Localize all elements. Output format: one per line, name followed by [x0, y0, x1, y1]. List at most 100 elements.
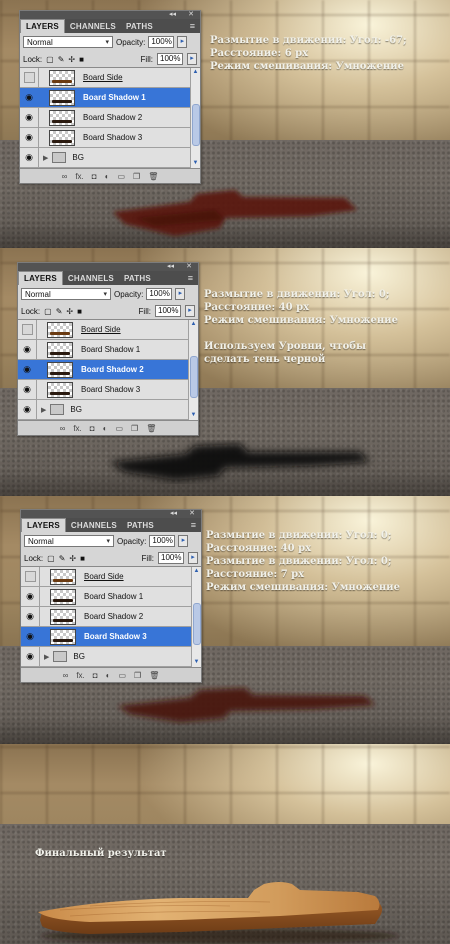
scroll-thumb[interactable]	[193, 603, 201, 645]
mask-icon[interactable]: ◘	[90, 424, 95, 433]
lock-paint-icon[interactable]: ✎	[59, 554, 66, 563]
opacity-arrow-icon[interactable]: ▸	[178, 535, 189, 547]
lock-move-icon[interactable]: ✢	[66, 307, 73, 316]
blend-mode-select[interactable]: Normal ▾	[23, 36, 113, 48]
scroll-up-icon[interactable]: ▲	[189, 320, 198, 329]
tab-channels[interactable]: CHANNELS	[63, 272, 119, 285]
expand-triangle-icon[interactable]: ▶	[43, 154, 48, 162]
lock-move-icon[interactable]: ✢	[69, 554, 76, 563]
visibility-toggle[interactable]	[20, 68, 39, 87]
visibility-toggle[interactable]: ◉	[18, 400, 37, 419]
visibility-toggle[interactable]: ◉	[18, 340, 37, 359]
fill-arrow-icon[interactable]: ▸	[187, 53, 197, 65]
lock-all-icon[interactable]: ■	[79, 55, 84, 64]
opacity-arrow-icon[interactable]: ▸	[175, 288, 186, 300]
tab-layers[interactable]: LAYERS	[21, 518, 66, 532]
panel-menu-icon[interactable]: ≡	[190, 21, 195, 31]
visibility-toggle[interactable]: ◉	[18, 360, 37, 379]
visibility-toggle[interactable]: ◉	[20, 88, 39, 107]
trash-icon[interactable]: 🗑	[148, 172, 158, 181]
lock-paint-icon[interactable]: ✎	[56, 307, 63, 316]
opacity-arrow-icon[interactable]: ▸	[177, 36, 188, 48]
tab-channels[interactable]: CHANNELS	[65, 20, 121, 33]
fill-input[interactable]: 100%	[158, 552, 184, 564]
visibility-toggle[interactable]	[18, 320, 37, 339]
fill-input[interactable]: 100%	[157, 53, 183, 65]
link-icon[interactable]: ∞	[63, 671, 69, 680]
layer-row[interactable]: Board Side	[18, 320, 198, 340]
fx-icon[interactable]: fx.	[76, 671, 84, 680]
fill-arrow-icon[interactable]: ▸	[188, 552, 198, 564]
scroll-down-icon[interactable]: ▼	[191, 159, 200, 168]
link-icon[interactable]: ∞	[60, 424, 66, 433]
scroll-thumb[interactable]	[192, 104, 200, 146]
visibility-toggle[interactable]: ◉	[20, 128, 39, 147]
lock-all-icon[interactable]: ■	[77, 307, 82, 316]
opacity-input[interactable]: 100%	[146, 288, 173, 300]
layer-row-selected[interactable]: ◉ Board Shadow 1	[20, 88, 200, 108]
visibility-toggle[interactable]: ◉	[21, 647, 40, 666]
fill-input[interactable]: 100%	[155, 305, 181, 317]
lock-transparency-icon[interactable]: ▢	[47, 554, 55, 563]
opacity-input[interactable]: 100%	[149, 535, 176, 547]
adjustment-icon[interactable]: ◐	[106, 671, 111, 680]
blend-mode-select[interactable]: Normal ▾	[21, 288, 111, 300]
visibility-toggle[interactable]: ◉	[21, 607, 40, 626]
close-icon[interactable]: ✕	[186, 263, 192, 271]
layer-scrollbar[interactable]: ▲ ▼	[188, 320, 198, 420]
trash-icon[interactable]: 🗑	[146, 424, 156, 433]
layer-row[interactable]: ◉ Board Shadow 3	[20, 128, 200, 148]
visibility-toggle[interactable]: ◉	[21, 627, 40, 646]
close-icon[interactable]: ✕	[189, 510, 195, 518]
tab-layers[interactable]: LAYERS	[18, 271, 63, 285]
scroll-up-icon[interactable]: ▲	[192, 567, 201, 576]
layer-row[interactable]: ◉ Board Shadow 1	[21, 587, 201, 607]
new-layer-icon[interactable]: ❐	[133, 172, 140, 181]
mask-icon[interactable]: ◘	[92, 172, 97, 181]
layer-scrollbar[interactable]: ▲ ▼	[190, 68, 200, 168]
new-group-icon[interactable]: ▭	[115, 424, 123, 433]
fx-icon[interactable]: fx.	[73, 424, 81, 433]
layer-row[interactable]: ◉ Board Shadow 1	[18, 340, 198, 360]
layer-scrollbar[interactable]: ▲ ▼	[191, 567, 201, 667]
lock-transparency-icon[interactable]: ▢	[44, 307, 52, 316]
layer-row-selected[interactable]: ◉ Board Shadow 2	[18, 360, 198, 380]
layer-group-row[interactable]: ◉ ▶ BG	[18, 400, 198, 420]
tab-paths[interactable]: PATHS	[121, 20, 158, 33]
scroll-thumb[interactable]	[190, 356, 198, 398]
tab-layers[interactable]: LAYERS	[20, 19, 65, 33]
layer-row-selected[interactable]: ◉ Board Shadow 3	[21, 627, 201, 647]
layer-row[interactable]: Board Side	[21, 567, 201, 587]
collapse-icon[interactable]: ◂◂	[167, 263, 174, 271]
new-group-icon[interactable]: ▭	[117, 172, 125, 181]
lock-all-icon[interactable]: ■	[80, 554, 85, 563]
visibility-toggle[interactable]: ◉	[20, 108, 39, 127]
layer-row[interactable]: Board Side	[20, 68, 200, 88]
trash-icon[interactable]: 🗑	[149, 671, 159, 680]
fx-icon[interactable]: fx.	[75, 172, 83, 181]
fill-arrow-icon[interactable]: ▸	[185, 305, 195, 317]
tab-channels[interactable]: CHANNELS	[66, 519, 122, 532]
scroll-down-icon[interactable]: ▼	[189, 411, 198, 420]
layer-group-row[interactable]: ◉ ▶ BG	[21, 647, 201, 667]
collapse-icon[interactable]: ◂◂	[170, 510, 177, 518]
lock-move-icon[interactable]: ✢	[68, 55, 75, 64]
scroll-up-icon[interactable]: ▲	[191, 68, 200, 77]
visibility-toggle[interactable]: ◉	[21, 587, 40, 606]
layer-group-row[interactable]: ◉ ▶ BG	[20, 148, 200, 168]
tab-paths[interactable]: PATHS	[122, 519, 159, 532]
visibility-toggle[interactable]: ◉	[18, 380, 37, 399]
tab-paths[interactable]: PATHS	[119, 272, 156, 285]
opacity-input[interactable]: 100%	[148, 36, 175, 48]
scroll-down-icon[interactable]: ▼	[192, 658, 201, 667]
layer-row[interactable]: ◉ Board Shadow 3	[18, 380, 198, 400]
visibility-toggle[interactable]: ◉	[20, 148, 39, 167]
adjustment-icon[interactable]: ◐	[105, 172, 110, 181]
visibility-toggle[interactable]	[21, 567, 40, 586]
collapse-icon[interactable]: ◂◂	[169, 11, 176, 19]
adjustment-icon[interactable]: ◐	[103, 424, 108, 433]
mask-icon[interactable]: ◘	[93, 671, 98, 680]
lock-transparency-icon[interactable]: ▢	[46, 55, 54, 64]
link-icon[interactable]: ∞	[62, 172, 68, 181]
new-layer-icon[interactable]: ❐	[134, 671, 141, 680]
